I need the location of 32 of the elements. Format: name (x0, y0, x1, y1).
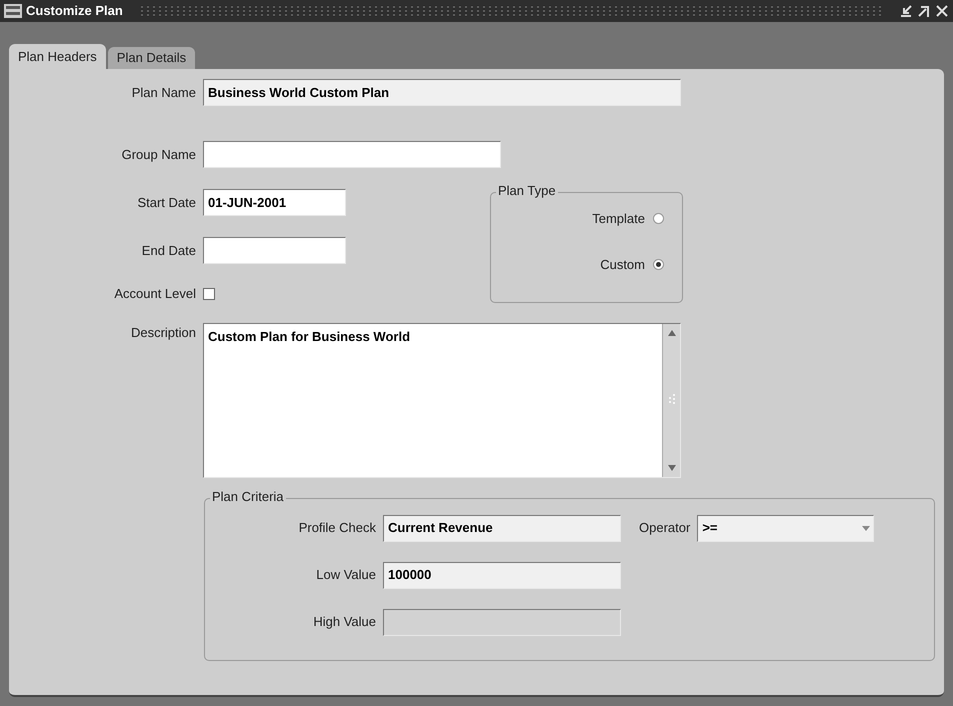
maximize-icon[interactable] (917, 4, 931, 18)
description-field[interactable]: Custom Plan for Business World (203, 322, 681, 478)
close-icon[interactable] (935, 4, 949, 18)
text-field[interactable] (203, 237, 346, 264)
window-title: Customize Plan (26, 2, 123, 20)
text-field[interactable]: 100000 (383, 562, 621, 588)
minimize-icon[interactable] (899, 4, 913, 18)
scrollbar[interactable] (662, 324, 680, 476)
tab[interactable]: Plan Headers (9, 44, 106, 69)
checkbox[interactable] (203, 288, 215, 300)
text-field[interactable]: Current Revenue (383, 514, 621, 542)
field-label: Start Date (136, 194, 196, 212)
operator-select[interactable]: >= (697, 514, 874, 542)
field-label: High Value (312, 613, 376, 632)
radio-label: Template (592, 210, 645, 228)
tab[interactable]: Plan Details (108, 47, 196, 69)
field-label: Group Name (120, 146, 196, 164)
text-field[interactable] (203, 141, 501, 168)
field-label: Low Value (315, 566, 376, 584)
field-label: Profile Check (298, 519, 376, 538)
group-title: Plan Criteria (210, 488, 286, 504)
grip-icon (668, 394, 676, 406)
group-title: Plan Type (496, 183, 558, 199)
field-label: Operator (639, 519, 690, 538)
field-label: Plan Name (130, 84, 196, 102)
text-field[interactable]: Business World Custom Plan (203, 79, 681, 106)
radio-label: Custom (600, 256, 645, 274)
text-field[interactable]: 01-JUN-2001 (203, 189, 346, 216)
field-label: Account Level (113, 285, 196, 303)
field-label: Description (130, 324, 196, 342)
field-label: End Date (140, 242, 196, 260)
app-icon (4, 4, 22, 18)
